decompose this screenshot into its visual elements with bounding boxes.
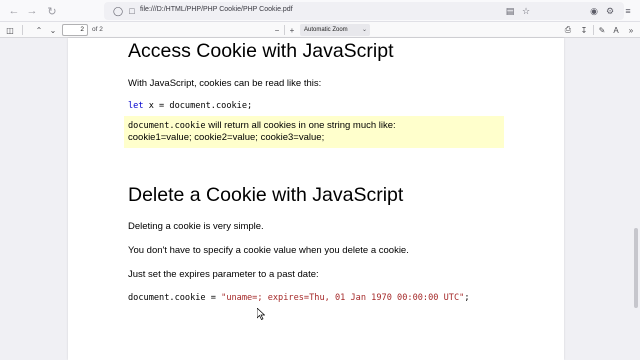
vertical-scrollbar[interactable] [632, 38, 640, 360]
delete-paragraph-3: Just set the expires parameter to a past… [128, 269, 319, 280]
code-keyword: let [128, 101, 144, 111]
forward-arrow-icon[interactable]: → [24, 3, 40, 19]
tools-chevron-icon[interactable]: » [624, 23, 638, 37]
zoom-in-icon[interactable]: + [285, 23, 299, 37]
menu-icon[interactable]: ≡ [620, 3, 636, 19]
toolbar-divider [22, 25, 23, 35]
mouse-cursor-icon [257, 308, 265, 320]
chevron-down-icon: ⌄ [361, 27, 367, 33]
sidebar-toggle-icon[interactable]: ◫ [3, 23, 17, 37]
bookmark-star-icon[interactable]: ☆ [518, 3, 534, 19]
access-intro-text: With JavaScript, cookies can be read lik… [128, 78, 322, 89]
delete-paragraph-1: Deleting a cookie is very simple. [128, 221, 264, 232]
note-box: document.cookie will return all cookies … [124, 116, 504, 148]
next-page-icon[interactable]: ⌄ [46, 23, 60, 37]
url-text[interactable]: file:///D:/HTML/PHP/PHP Cookie/PHP Cooki… [140, 6, 293, 13]
access-code-line: let x = document.cookie; [128, 101, 252, 111]
section-heading-access: Access Cookie with JavaScript [128, 40, 394, 62]
pdf-page: Access Cookie with JavaScript With JavaS… [68, 38, 564, 360]
browser-toolbar: ← → ↻ ◯ □ file:///D:/HTML/PHP/PHP Cookie… [0, 0, 640, 22]
draw-icon[interactable]: ✎ [595, 23, 609, 37]
toolbar-divider [593, 25, 594, 35]
file-icon: □ [129, 6, 135, 16]
zoom-select-value: Automatic Zoom [304, 27, 348, 33]
code-string: "uname=; expires=Thu, 01 Jan 1970 00:00:… [221, 293, 465, 303]
page-count: of 2 [92, 26, 103, 33]
code-prefix: document.cookie = [128, 293, 222, 303]
text-edit-icon[interactable]: A [609, 23, 623, 37]
address-bar[interactable]: ◯ □ file:///D:/HTML/PHP/PHP Cookie/PHP C… [104, 2, 624, 20]
note-line-1-text: will return all cookies in one string mu… [205, 120, 396, 131]
note-code: document.cookie [128, 121, 206, 131]
page-number-input[interactable]: 2 [62, 24, 88, 36]
zoom-select[interactable]: Automatic Zoom ⌄ [300, 24, 370, 36]
back-arrow-icon[interactable]: ← [6, 3, 22, 19]
previous-page-icon[interactable]: ⌃ [32, 23, 46, 37]
zoom-out-icon[interactable]: − [270, 23, 284, 37]
section-heading-delete: Delete a Cookie with JavaScript [128, 184, 404, 206]
note-line-2: cookie1=value; cookie2=value; cookie3=va… [128, 132, 325, 143]
print-icon[interactable]: ⎙ [561, 23, 575, 37]
pocket-icon[interactable]: ◉ [586, 3, 602, 19]
delete-code-line: document.cookie = "uname=; expires=Thu, … [128, 293, 470, 303]
scrollbar-thumb[interactable] [634, 228, 638, 308]
reader-view-icon[interactable]: ▤ [502, 3, 518, 19]
note-line-1: document.cookie will return all cookies … [128, 120, 500, 132]
code-rest: x = document.cookie; [143, 101, 253, 111]
code-suffix: ; [464, 293, 470, 303]
delete-paragraph-2: You don't have to specify a cookie value… [128, 245, 409, 256]
pdf-viewer[interactable]: Access Cookie with JavaScript With JavaS… [0, 38, 632, 360]
pdf-toolbar: ◫ ⌃ ⌄ 2 of 2 − + Automatic Zoom ⌄ ⎙ ↧ ✎ … [0, 22, 640, 38]
extensions-icon[interactable]: ⚙ [602, 3, 618, 19]
save-icon[interactable]: ↧ [577, 23, 591, 37]
reload-icon[interactable]: ↻ [44, 3, 60, 19]
